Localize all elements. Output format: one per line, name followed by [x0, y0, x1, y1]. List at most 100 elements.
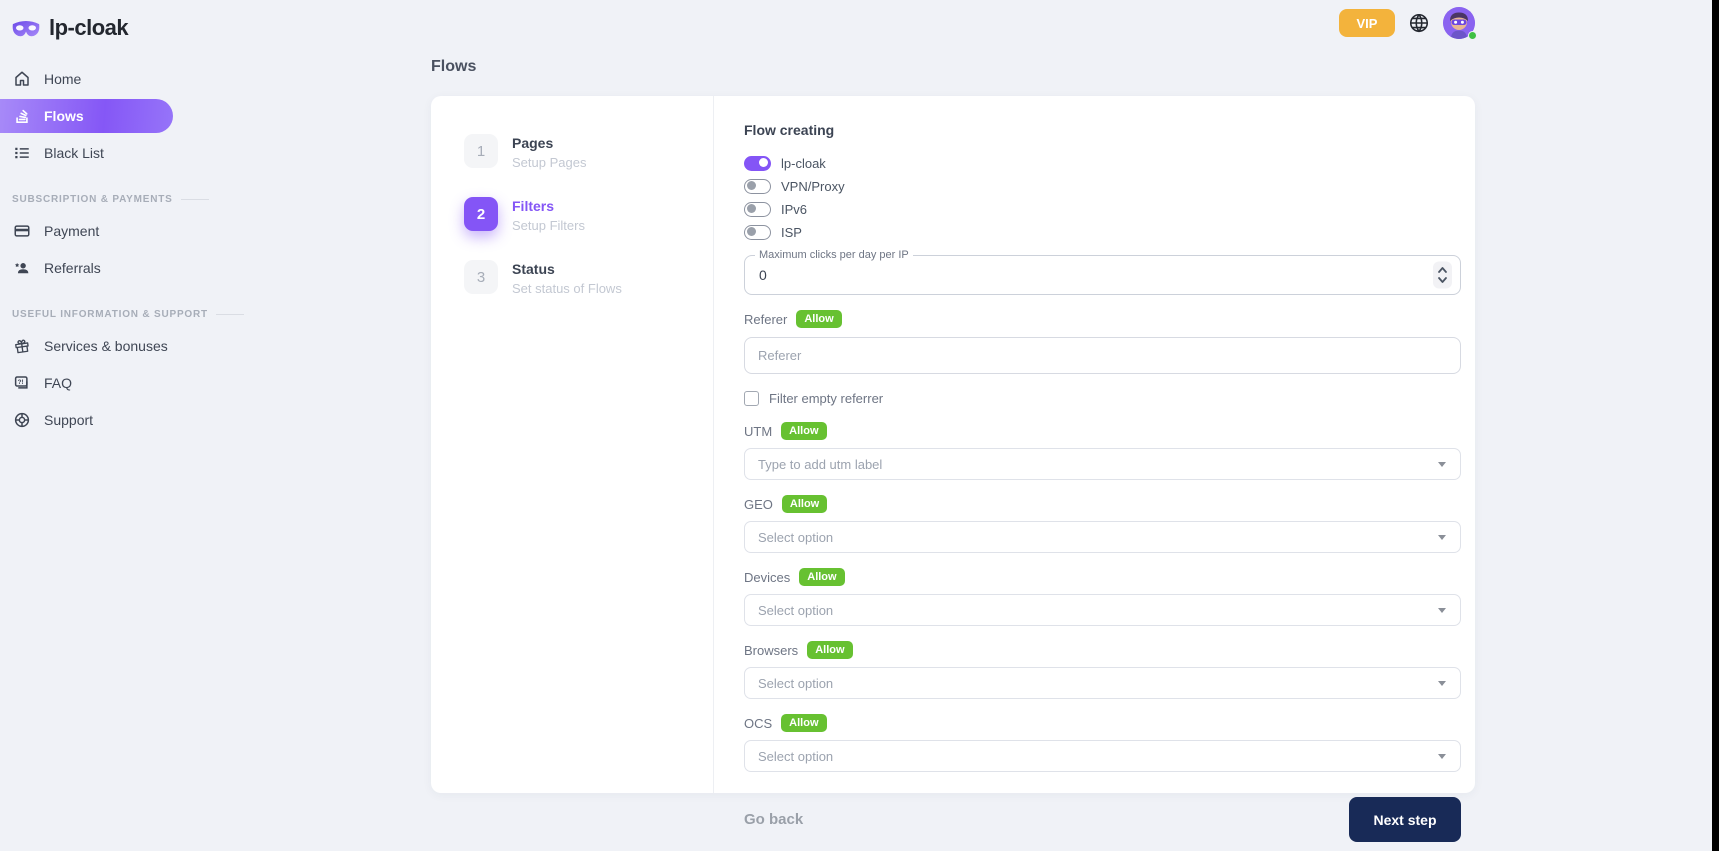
chevron-down-icon — [1438, 535, 1446, 540]
geo-select[interactable] — [744, 521, 1461, 553]
sidebar-item-label: Home — [44, 71, 81, 87]
devices-allow-badge[interactable]: Allow — [799, 568, 844, 586]
toggle-row-vpn-proxy: VPN/Proxy — [744, 175, 1461, 197]
payment-icon — [12, 221, 32, 241]
checkbox-label: Filter empty referrer — [769, 391, 883, 406]
geo-allow-badge[interactable]: Allow — [782, 495, 827, 513]
sidebar-item-label: Black List — [44, 145, 104, 161]
sidebar-section-header: Useful information & support — [12, 309, 260, 320]
brand-logo[interactable]: lp-cloak — [0, 0, 260, 44]
sidebar-item-faq[interactable]: ?! FAQ — [0, 366, 260, 400]
next-step-button[interactable]: Next step — [1349, 797, 1461, 842]
toggle-row-isp: ISP — [744, 221, 1461, 243]
sidebar-item-label: Services & bonuses — [44, 338, 168, 354]
lifebuoy-icon — [12, 410, 32, 430]
svg-text:?!: ?! — [18, 379, 24, 386]
browsers-allow-badge[interactable]: Allow — [807, 641, 852, 659]
language-globe-icon[interactable] — [1408, 12, 1430, 34]
chevron-down-icon — [1438, 608, 1446, 613]
topbar: VIP — [1339, 7, 1475, 39]
browsers-input[interactable] — [745, 676, 1420, 691]
flow-card: 1 Pages Setup Pages 2 Filters Setup Filt… — [431, 96, 1475, 793]
utm-label: UTM — [744, 424, 772, 439]
vip-button[interactable]: VIP — [1339, 9, 1395, 37]
sidebar-item-referrals[interactable]: Referrals — [0, 251, 260, 285]
utm-label-row: UTM Allow — [744, 422, 1461, 440]
chevron-down-icon — [1438, 462, 1446, 467]
ocs-select[interactable] — [744, 740, 1461, 772]
geo-input[interactable] — [745, 530, 1420, 545]
step-number: 1 — [464, 134, 498, 168]
sidebar-section-header: Subscription & payments — [12, 194, 260, 205]
ocs-label-row: OCS Allow — [744, 714, 1461, 732]
utm-select[interactable] — [744, 448, 1461, 480]
devices-select[interactable] — [744, 594, 1461, 626]
step-filters[interactable]: 2 Filters Setup Filters — [464, 197, 713, 233]
steps-panel: 1 Pages Setup Pages 2 Filters Setup Filt… — [431, 96, 714, 793]
isp-toggle[interactable] — [744, 225, 771, 240]
sidebar-nav: Home Flows — [0, 62, 260, 437]
step-pages[interactable]: 1 Pages Setup Pages — [464, 134, 713, 170]
sidebar-item-home[interactable]: Home — [0, 62, 260, 96]
faq-icon: ?! — [12, 373, 32, 393]
sidebar-item-flows[interactable]: Flows — [0, 99, 173, 133]
flow-creating-form: Flow creating lp-cloak VPN/Proxy IPv6 IS… — [714, 96, 1475, 793]
toggle-row-lp-cloak: lp-cloak — [744, 152, 1461, 174]
toggle-label: VPN/Proxy — [781, 179, 845, 194]
lp-cloak-toggle[interactable] — [744, 156, 771, 171]
sidebar-item-label: FAQ — [44, 375, 72, 391]
browsers-select[interactable] — [744, 667, 1461, 699]
step-number: 3 — [464, 260, 498, 294]
chevron-down-icon — [1438, 681, 1446, 686]
toggle-label: IPv6 — [781, 202, 807, 217]
toggle-label: ISP — [781, 225, 802, 240]
step-subtitle: Setup Pages — [512, 155, 586, 170]
browsers-label-row: Browsers Allow — [744, 641, 1461, 659]
referer-label-row: Referer Allow — [744, 310, 1461, 328]
step-subtitle: Set status of Flows — [512, 281, 622, 296]
sidebar-item-payment[interactable]: Payment — [0, 214, 260, 248]
referer-allow-badge[interactable]: Allow — [796, 310, 841, 328]
filter-empty-referrer-row: Filter empty referrer — [744, 390, 1461, 407]
sidebar-item-label: Referrals — [44, 260, 101, 276]
sidebar-item-label: Flows — [44, 108, 84, 124]
toggle-label: lp-cloak — [781, 156, 826, 171]
go-back-button[interactable]: Go back — [744, 811, 803, 828]
sidebar-item-label: Support — [44, 412, 93, 428]
max-clicks-field: Maximum clicks per day per IP — [744, 255, 1461, 295]
ocs-input[interactable] — [745, 749, 1420, 764]
user-avatar[interactable] — [1443, 7, 1475, 39]
online-status-dot — [1468, 31, 1477, 40]
utm-input[interactable] — [745, 457, 1420, 472]
home-icon — [12, 69, 32, 89]
ocs-allow-badge[interactable]: Allow — [781, 714, 826, 732]
referrals-icon — [12, 258, 32, 278]
browsers-label: Browsers — [744, 643, 798, 658]
step-subtitle: Setup Filters — [512, 218, 585, 233]
step-title: Pages — [512, 134, 586, 151]
mask-logo-icon — [11, 18, 41, 39]
ipv6-toggle[interactable] — [744, 202, 771, 217]
brand-name: lp-cloak — [49, 15, 128, 41]
blacklist-icon — [12, 143, 32, 163]
referer-input[interactable] — [744, 337, 1461, 374]
step-title: Filters — [512, 197, 585, 214]
utm-allow-badge[interactable]: Allow — [781, 422, 826, 440]
max-clicks-input[interactable] — [745, 256, 1410, 294]
page-title: Flows — [431, 58, 476, 76]
chevron-down-icon — [1438, 754, 1446, 759]
sidebar-item-support[interactable]: Support — [0, 403, 260, 437]
number-stepper[interactable] — [1433, 262, 1452, 289]
form-actions: Go back Next step — [744, 797, 1461, 842]
geo-label: GEO — [744, 497, 773, 512]
devices-input[interactable] — [745, 603, 1420, 618]
flows-icon — [12, 106, 32, 126]
sidebar-item-label: Payment — [44, 223, 99, 239]
sidebar-item-black-list[interactable]: Black List — [0, 136, 260, 170]
ocs-label: OCS — [744, 716, 772, 731]
vpn-proxy-toggle[interactable] — [744, 179, 771, 194]
filter-empty-referrer-checkbox[interactable] — [744, 391, 759, 406]
step-status[interactable]: 3 Status Set status of Flows — [464, 260, 713, 296]
window-edge — [1712, 0, 1719, 851]
sidebar-item-services[interactable]: Services & bonuses — [0, 329, 260, 363]
